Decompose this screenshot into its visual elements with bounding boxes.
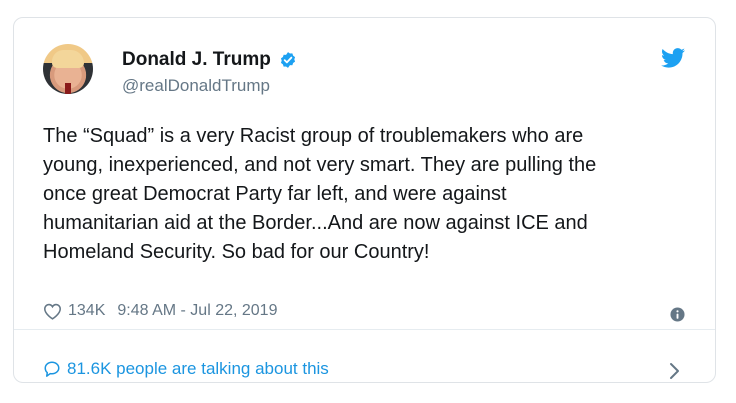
conversation-label: 81.6K people are talking about this: [67, 359, 329, 378]
tweet-text: The “Squad” is a very Racist group of tr…: [43, 125, 597, 263]
speech-bubble-icon: [44, 361, 60, 377]
author-handle[interactable]: @realDonaldTrump: [122, 76, 270, 96]
heart-icon[interactable]: [43, 303, 62, 320]
conversation-link[interactable]: 81.6K people are talking about this: [43, 359, 329, 379]
tweet-meta: 134K 9:48 AM - Jul 22, 2019: [43, 302, 277, 320]
author-name-row: Donald J. Trump: [122, 49, 297, 71]
divider: [14, 329, 715, 330]
avatar-tie: [65, 83, 71, 94]
info-icon[interactable]: [670, 307, 685, 322]
twitter-bird-icon[interactable]: [661, 48, 685, 68]
avatar-hair: [52, 50, 84, 68]
tweet-timestamp[interactable]: 9:48 AM - Jul 22, 2019: [117, 302, 277, 320]
verified-badge-icon: [280, 52, 295, 68]
author-name[interactable]: Donald J. Trump: [122, 49, 271, 71]
chevron-right-icon[interactable]: [667, 362, 681, 380]
like-count[interactable]: 134K: [68, 302, 105, 320]
avatar[interactable]: [43, 44, 93, 94]
